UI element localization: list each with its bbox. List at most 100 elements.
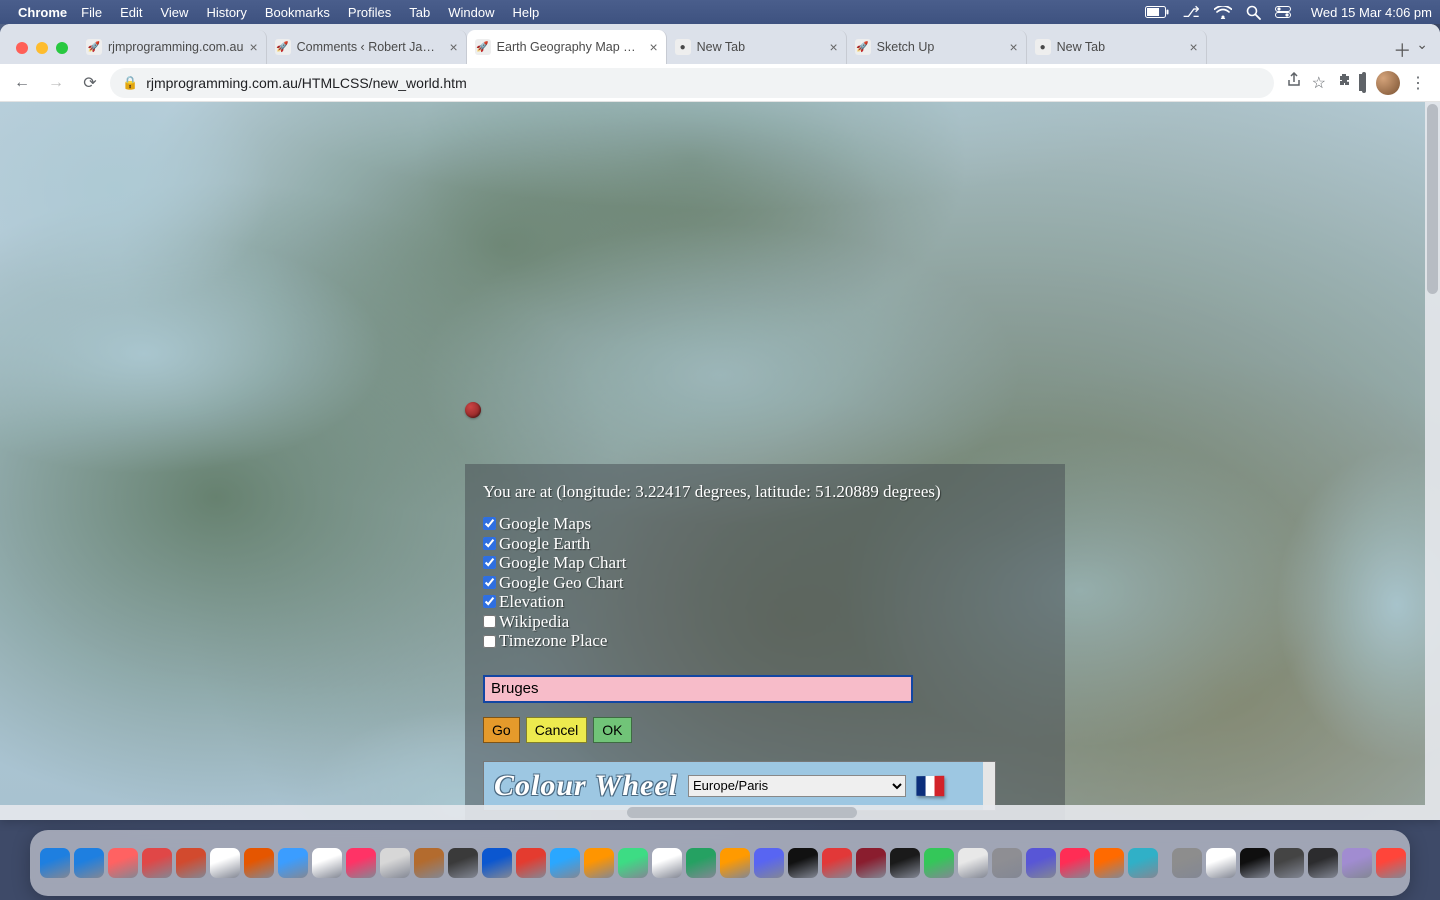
extensions-icon[interactable] xyxy=(1336,72,1352,93)
dock-app-icon[interactable] xyxy=(210,848,240,878)
dock-app-icon[interactable] xyxy=(142,848,172,878)
layer-checkbox[interactable] xyxy=(483,635,496,648)
mac-menu-tab[interactable]: Tab xyxy=(409,5,430,20)
dock-app-icon[interactable] xyxy=(652,848,682,878)
dock-app-icon[interactable] xyxy=(380,848,410,878)
layer-option[interactable]: Elevation xyxy=(483,592,1047,612)
mac-menu-history[interactable]: History xyxy=(206,5,246,20)
new-tab-button[interactable]: ＋ xyxy=(1388,36,1416,64)
battery-icon[interactable] xyxy=(1145,6,1169,18)
side-panel-icon[interactable] xyxy=(1362,74,1366,92)
dock-app-icon[interactable] xyxy=(754,848,784,878)
map-marker[interactable] xyxy=(465,402,481,418)
browser-tab[interactable]: 🚀Comments ‹ Robert Jam…× xyxy=(267,30,467,64)
dock-app-icon[interactable] xyxy=(244,848,274,878)
tab-close-icon[interactable]: × xyxy=(1189,39,1197,55)
layer-option[interactable]: Wikipedia xyxy=(483,612,1047,632)
chrome-menu-icon[interactable]: ⋮ xyxy=(1410,73,1426,93)
browser-tab[interactable]: 🚀rjmprogramming.com.au× xyxy=(78,30,267,64)
dock-app-icon[interactable] xyxy=(958,848,988,878)
dock-app-icon[interactable] xyxy=(1128,848,1158,878)
dock-app-icon[interactable] xyxy=(890,848,920,878)
dock-app-icon[interactable] xyxy=(448,848,478,878)
dock-app-icon[interactable] xyxy=(482,848,512,878)
layer-checkbox[interactable] xyxy=(483,556,496,569)
mac-menu-edit[interactable]: Edit xyxy=(120,5,142,20)
layer-option[interactable]: Google Maps xyxy=(483,514,1047,534)
bookmark-star-icon[interactable]: ☆ xyxy=(1312,73,1326,93)
reload-button[interactable]: ⟳ xyxy=(76,69,104,97)
dock-app-icon[interactable] xyxy=(74,848,104,878)
timezone-select[interactable]: Europe/Paris xyxy=(688,775,906,797)
layer-checkbox[interactable] xyxy=(483,595,496,608)
dock-app-icon[interactable] xyxy=(1274,848,1304,878)
dock-app-icon[interactable] xyxy=(1172,848,1202,878)
dock-app-icon[interactable] xyxy=(1308,848,1338,878)
dock-app-icon[interactable] xyxy=(856,848,886,878)
dock-app-icon[interactable] xyxy=(40,848,70,878)
forward-button[interactable]: → xyxy=(42,69,70,97)
go-button[interactable]: Go xyxy=(483,717,520,743)
layer-checkbox[interactable] xyxy=(483,615,496,628)
place-name-input[interactable] xyxy=(483,675,913,703)
control-center-icon[interactable] xyxy=(1275,6,1291,18)
tab-close-icon[interactable]: × xyxy=(649,39,657,55)
window-close-button[interactable] xyxy=(16,42,28,54)
dock-app-icon[interactable] xyxy=(1240,848,1270,878)
dock-app-icon[interactable] xyxy=(278,848,308,878)
dock-app-icon[interactable] xyxy=(992,848,1022,878)
dock-app-icon[interactable] xyxy=(822,848,852,878)
tab-close-icon[interactable]: × xyxy=(1009,39,1017,55)
vertical-scrollbar[interactable] xyxy=(1425,102,1440,820)
horizontal-scrollbar[interactable] xyxy=(0,805,1425,820)
ok-button[interactable]: OK xyxy=(593,717,631,743)
mac-menu-file[interactable]: File xyxy=(81,5,102,20)
window-minimize-button[interactable] xyxy=(36,42,48,54)
browser-tab[interactable]: 🚀Sketch Up× xyxy=(847,30,1027,64)
dock-app-icon[interactable] xyxy=(176,848,206,878)
layer-checkbox[interactable] xyxy=(483,576,496,589)
dock-app-icon[interactable] xyxy=(346,848,376,878)
back-button[interactable]: ← xyxy=(8,69,36,97)
dock-app-icon[interactable] xyxy=(720,848,750,878)
bluetooth-icon[interactable]: ⎇ xyxy=(1183,3,1200,21)
mac-menu-profiles[interactable]: Profiles xyxy=(348,5,391,20)
wifi-icon[interactable] xyxy=(1214,6,1232,19)
layer-option[interactable]: Google Geo Chart xyxy=(483,573,1047,593)
cancel-button[interactable]: Cancel xyxy=(526,717,588,743)
dock-app-icon[interactable] xyxy=(516,848,546,878)
profile-avatar[interactable] xyxy=(1376,71,1400,95)
dock-app-icon[interactable] xyxy=(584,848,614,878)
mac-menu-help[interactable]: Help xyxy=(513,5,540,20)
layer-option[interactable]: Google Map Chart xyxy=(483,553,1047,573)
address-bar[interactable]: 🔒 rjmprogramming.com.au/HTMLCSS/new_worl… xyxy=(110,68,1274,98)
layer-checkbox[interactable] xyxy=(483,517,496,530)
dock-app-icon[interactable] xyxy=(1206,848,1236,878)
mac-menu-window[interactable]: Window xyxy=(448,5,494,20)
tab-overflow-button[interactable]: ⌄ xyxy=(1416,36,1428,53)
dock-app-icon[interactable] xyxy=(1060,848,1090,878)
active-app-name[interactable]: Chrome xyxy=(18,5,67,20)
dock-app-icon[interactable] xyxy=(686,848,716,878)
browser-tab[interactable]: ●New Tab× xyxy=(667,30,847,64)
tab-close-icon[interactable]: × xyxy=(829,39,837,55)
dock-app-icon[interactable] xyxy=(550,848,580,878)
window-zoom-button[interactable] xyxy=(56,42,68,54)
dock-app-icon[interactable] xyxy=(1026,848,1056,878)
dock-app-icon[interactable] xyxy=(1094,848,1124,878)
dock-app-icon[interactable] xyxy=(108,848,138,878)
menubar-clock[interactable]: Wed 15 Mar 4:06 pm xyxy=(1311,5,1432,20)
dock-app-icon[interactable] xyxy=(312,848,342,878)
browser-tab[interactable]: ●New Tab× xyxy=(1027,30,1207,64)
dock-app-icon[interactable] xyxy=(618,848,648,878)
layer-option[interactable]: Timezone Place xyxy=(483,631,1047,651)
share-icon[interactable] xyxy=(1286,72,1302,93)
spotlight-icon[interactable] xyxy=(1246,5,1261,20)
layer-checkbox[interactable] xyxy=(483,537,496,550)
dock-app-icon[interactable] xyxy=(1342,848,1372,878)
mac-menu-bookmarks[interactable]: Bookmarks xyxy=(265,5,330,20)
dock-app-icon[interactable] xyxy=(924,848,954,878)
layer-option[interactable]: Google Earth xyxy=(483,534,1047,554)
dock-app-icon[interactable] xyxy=(414,848,444,878)
browser-tab[interactable]: 🚀Earth Geography Map H…× xyxy=(467,30,667,64)
